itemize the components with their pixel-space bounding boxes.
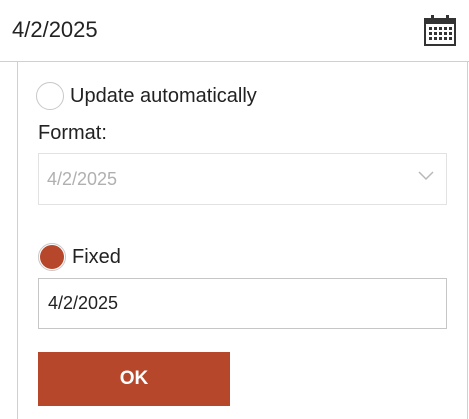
update-automatically-label: Update automatically xyxy=(70,84,257,107)
ok-button[interactable]: OK xyxy=(38,352,230,406)
date-options-panel: Update automatically Format: 4/2/2025 Fi… xyxy=(17,62,468,419)
format-label: Format: xyxy=(38,122,107,144)
date-value: 4/2/2025 xyxy=(12,17,98,42)
fixed-option[interactable]: Fixed xyxy=(38,243,121,271)
update-automatically-option[interactable]: Update automatically xyxy=(36,82,257,110)
chevron-down-icon xyxy=(418,171,434,181)
fixed-radio[interactable] xyxy=(38,243,66,271)
fixed-date-input[interactable] xyxy=(38,278,447,329)
date-picker-dialog: 4/2/2025 Update automatically Format: 4/… xyxy=(0,0,469,419)
date-header: 4/2/2025 xyxy=(0,0,469,62)
format-selected-value: 4/2/2025 xyxy=(47,169,118,189)
calendar-icon xyxy=(424,15,456,46)
calendar-button[interactable] xyxy=(422,14,458,48)
fixed-label: Fixed xyxy=(72,245,121,268)
format-select[interactable]: 4/2/2025 xyxy=(38,153,447,205)
update-automatically-radio[interactable] xyxy=(36,82,64,110)
